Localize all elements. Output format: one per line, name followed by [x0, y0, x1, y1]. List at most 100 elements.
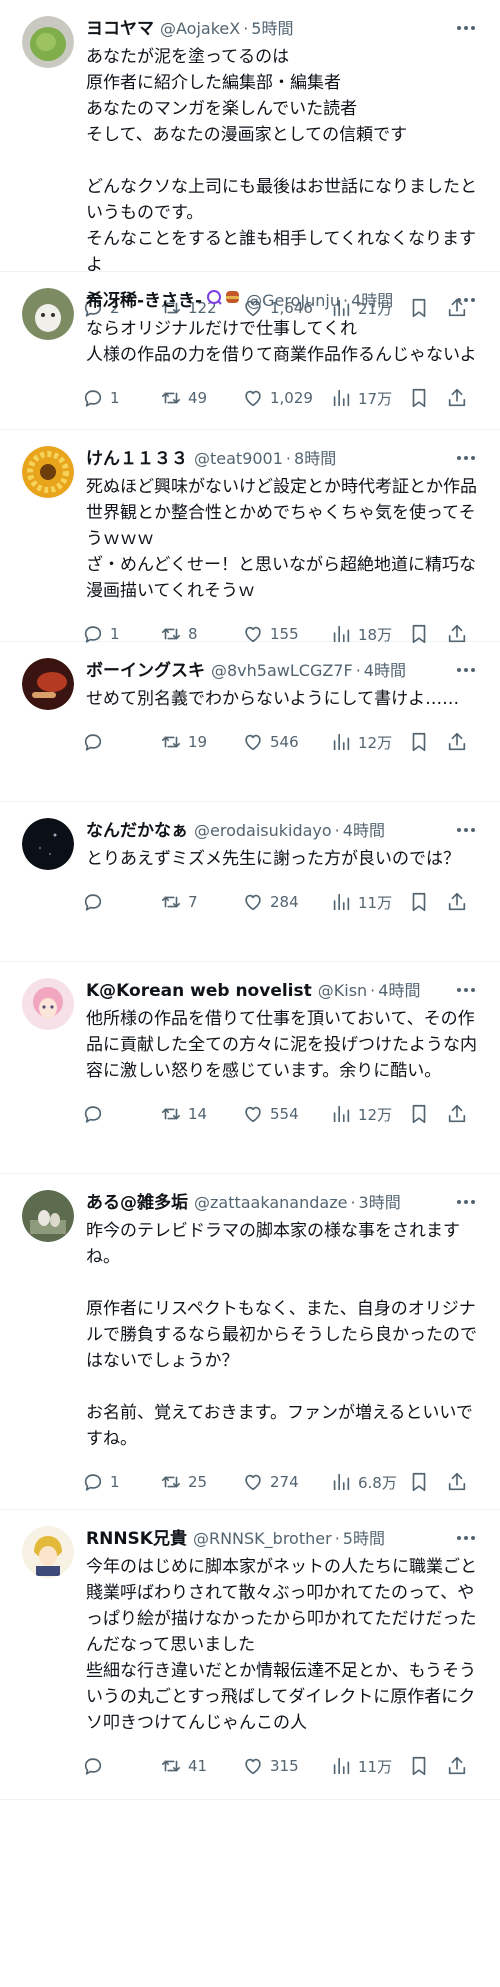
- repost-button[interactable]: 49: [160, 387, 242, 409]
- heart-icon: [245, 734, 261, 751]
- like-button[interactable]: 554: [242, 1103, 330, 1125]
- more-options-icon[interactable]: [454, 658, 478, 682]
- more-options-icon[interactable]: [454, 1190, 478, 1214]
- bookmark-icon: [412, 732, 426, 752]
- action-bar: 14 554 12万: [82, 1088, 484, 1140]
- views-button[interactable]: 11万: [330, 891, 408, 913]
- user-handle[interactable]: @AojakeX: [160, 14, 240, 44]
- timestamp[interactable]: 5時間: [343, 1524, 385, 1554]
- timestamp[interactable]: 4時間: [364, 656, 406, 686]
- reply-button[interactable]: 1: [82, 1471, 160, 1493]
- display-name[interactable]: K@Korean web novelist: [86, 976, 312, 1006]
- view-count: 12万: [358, 733, 393, 752]
- display-name[interactable]: ボーイングスキ: [86, 656, 205, 686]
- share-button[interactable]: [446, 1103, 470, 1125]
- reply-count: 1: [110, 1473, 120, 1491]
- like-button[interactable]: 274: [242, 1471, 330, 1493]
- post[interactable]: 希冴稀-きさき- @GeroJunju · 4時間 ならオリジナルだけで仕事して…: [0, 272, 500, 430]
- view-count: 11万: [358, 1757, 393, 1776]
- bookmark-button[interactable]: [408, 1103, 446, 1125]
- avatar[interactable]: [22, 288, 74, 340]
- share-icon: [448, 1472, 466, 1491]
- reply-button[interactable]: [82, 1755, 160, 1777]
- repost-button[interactable]: 25: [160, 1471, 242, 1493]
- timestamp[interactable]: 3時間: [359, 1188, 401, 1218]
- more-options-icon[interactable]: [454, 446, 478, 470]
- share-button[interactable]: [446, 891, 470, 913]
- post[interactable]: RNNSK兄貴 @RNNSK_brother · 5時間 今年のはじめに脚本家が…: [0, 1510, 500, 1800]
- like-button[interactable]: 546: [242, 731, 330, 753]
- separator-dot: ·: [285, 449, 292, 468]
- views-bar-chart-icon: [333, 1473, 350, 1491]
- reply-button[interactable]: [82, 1103, 160, 1125]
- display-name[interactable]: 希冴稀-きさき-: [86, 286, 202, 316]
- reply-count: 1: [110, 389, 120, 407]
- reply-button[interactable]: [82, 891, 160, 913]
- views-button[interactable]: 12万: [330, 1103, 408, 1125]
- more-options-icon[interactable]: [454, 16, 478, 40]
- share-button[interactable]: [446, 1755, 470, 1777]
- display-name[interactable]: ヨコヤマ: [86, 14, 154, 44]
- views-button[interactable]: 17万: [330, 387, 408, 409]
- timestamp[interactable]: 4時間: [378, 976, 420, 1006]
- display-name[interactable]: ある@雑多垢: [86, 1188, 188, 1218]
- display-name[interactable]: けん１１３３: [86, 444, 188, 474]
- like-button[interactable]: 284: [242, 891, 330, 913]
- avatar[interactable]: [22, 1526, 74, 1578]
- share-button[interactable]: [446, 387, 470, 409]
- timestamp[interactable]: 4時間: [351, 286, 393, 316]
- bookmark-button[interactable]: [408, 387, 446, 409]
- share-button[interactable]: [446, 1471, 470, 1493]
- post-text: 死ぬほど興味がないけど設定とか時代考証とか作品世界観とか整合性とかめでちゃくちゃ…: [86, 477, 477, 601]
- more-options-icon[interactable]: [454, 978, 478, 1002]
- bookmark-button[interactable]: [408, 891, 446, 913]
- share-icon: [448, 892, 466, 911]
- more-options-icon[interactable]: [454, 818, 478, 842]
- avatar[interactable]: [22, 658, 74, 710]
- bookmark-button[interactable]: [408, 1471, 446, 1493]
- timestamp[interactable]: 4時間: [343, 816, 385, 846]
- avatar[interactable]: [22, 16, 74, 68]
- reply-button[interactable]: 1: [82, 387, 160, 409]
- like-button[interactable]: 315: [242, 1755, 330, 1777]
- user-handle[interactable]: @zattaakanandaze: [194, 1188, 347, 1218]
- post-text: ならオリジナルだけで仕事してくれ 人様の作品の力を借りて商業作品作るんじゃないよ: [86, 319, 477, 365]
- reply-button[interactable]: [82, 731, 160, 753]
- bookmark-button[interactable]: [408, 731, 446, 753]
- repost-button[interactable]: 14: [160, 1103, 242, 1125]
- user-handle[interactable]: @GeroJunju: [246, 286, 340, 316]
- repost-button[interactable]: 41: [160, 1755, 242, 1777]
- user-handle[interactable]: @8vh5awLCGZ7F: [211, 656, 353, 686]
- views-button[interactable]: 12万: [330, 731, 408, 753]
- bookmark-button[interactable]: [408, 1755, 446, 1777]
- timestamp[interactable]: 8時間: [294, 444, 336, 474]
- display-name[interactable]: なんだかなぁ: [86, 816, 188, 846]
- views-button[interactable]: 6.8万: [330, 1471, 408, 1493]
- post[interactable]: なんだかなぁ @erodaisukidayo · 4時間 とりあえずミズメ先生に…: [0, 802, 500, 962]
- post[interactable]: K@Korean web novelist @Kisn · 4時間 他所様の作品…: [0, 962, 500, 1174]
- avatar[interactable]: [22, 978, 74, 1030]
- post-text: 昨今のテレビドラマの脚本家の様な事をされますね。 原作者にリスペクトもなく、また…: [86, 1221, 477, 1449]
- post[interactable]: ある@雑多垢 @zattaakanandaze · 3時間 昨今のテレビドラマの…: [0, 1174, 500, 1510]
- post-text: あなたが泥を塗ってるのは 原作者に紹介した編集部・編集者 あなたのマンガを楽しん…: [86, 47, 477, 275]
- avatar[interactable]: [22, 1190, 74, 1242]
- user-handle[interactable]: @teat9001: [194, 444, 283, 474]
- avatar[interactable]: [22, 446, 74, 498]
- post[interactable]: ボーイングスキ @8vh5awLCGZ7F · 4時間 せめて別名義でわからない…: [0, 642, 500, 802]
- user-handle[interactable]: @RNNSK_brother: [193, 1524, 332, 1554]
- user-handle[interactable]: @Kisn: [318, 976, 367, 1006]
- views-button[interactable]: 11万: [330, 1755, 408, 1777]
- user-handle[interactable]: @erodaisukidayo: [194, 816, 332, 846]
- more-options-icon[interactable]: [454, 288, 478, 312]
- more-options-icon[interactable]: [454, 1526, 478, 1550]
- post[interactable]: ヨコヤマ @AojakeX · 5時間 あなたが泥を塗ってるのは 原作者に紹介し…: [0, 0, 500, 318]
- avatar[interactable]: [22, 818, 74, 870]
- post[interactable]: けん１１３３ @teat9001 · 8時間 死ぬほど興味がないけど設定とか時代…: [0, 430, 500, 644]
- display-name[interactable]: RNNSK兄貴: [86, 1524, 187, 1554]
- like-button[interactable]: 1,029: [242, 387, 330, 409]
- repost-button[interactable]: 7: [160, 891, 242, 913]
- timestamp[interactable]: 5時間: [251, 14, 293, 44]
- share-button[interactable]: [446, 731, 470, 753]
- repost-button[interactable]: 19: [160, 731, 242, 753]
- views-bar-chart-icon: [333, 1105, 350, 1123]
